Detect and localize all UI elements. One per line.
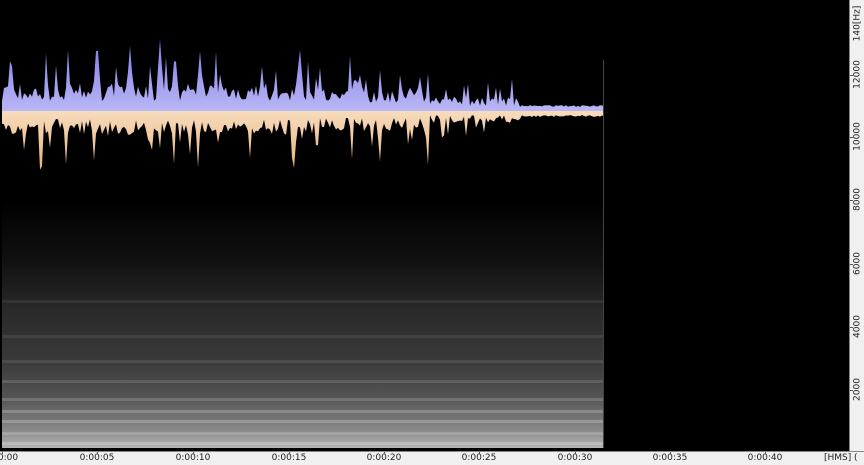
frequency-tick-mark [850,137,853,138]
frequency-tick-mark [850,200,853,201]
time-unit-suffix: ( [854,453,858,463]
time-tick-label: 0:00:25 [461,453,497,463]
waveform-lower [2,111,604,170]
frequency-tick-label: 6000 [852,252,863,275]
time-tick-mark [289,452,290,454]
time-tick-label: 0:00:30 [557,453,593,463]
frequency-tick-label: 2000 [852,378,863,401]
spectrogram-view[interactable] [0,0,849,451]
spectrogram-band [2,410,604,413]
time-tick-label: 0:00:20 [366,453,402,463]
spectrogram-band [2,420,604,423]
time-tick-mark [479,452,480,454]
frequency-tick-label: 4000 [852,315,863,338]
time-tick-mark [193,452,194,454]
time-tick-label: 0:00:40 [747,453,783,463]
frequency-tick-mark [850,264,853,265]
spectrogram-band [2,432,604,435]
spectrogram-band [2,335,604,338]
time-tick-label: 0:00:05 [79,453,115,463]
spectrogram-band [2,300,604,303]
time-tick-mark [670,452,671,454]
time-axis: [HMS] ( 0:00 0:00:05 0:00:10 0:00:15 0:00:20… [0,451,864,465]
frequency-tick-mark [850,327,853,328]
time-tick-mark [575,452,576,454]
frequency-tick-mark [850,390,853,391]
spectrogram-band [2,380,604,383]
time-tick-mark [765,452,766,454]
spectrogram-band [2,398,604,401]
spectrogram-band [2,360,604,363]
time-tick-mark [2,452,3,454]
time-unit-label: [HMS] [824,453,852,463]
spectrogram-canvas[interactable] [0,0,849,451]
time-tick-label: 0:00 [0,453,19,463]
time-tick-label: 0:00:10 [175,453,211,463]
frequency-axis: 140[Hz] 12000 10000 8000 6000 4000 2000 [849,0,864,451]
waveform-upper [2,39,604,111]
time-tick-label: 0:00:35 [652,453,688,463]
time-tick-label: 0:00:15 [271,453,307,463]
time-tick-mark [384,452,385,454]
plot-edge [603,60,604,448]
time-tick-mark [97,452,98,454]
frequency-tick-label: 10000 [852,122,863,151]
frequency-tick-mark [850,75,853,76]
frequency-tick-label: 8000 [852,188,863,211]
frequency-tick-label: 12000 [852,60,863,89]
spectrogram-band [2,442,604,445]
frequency-unit-label: 140[Hz] [852,5,863,42]
